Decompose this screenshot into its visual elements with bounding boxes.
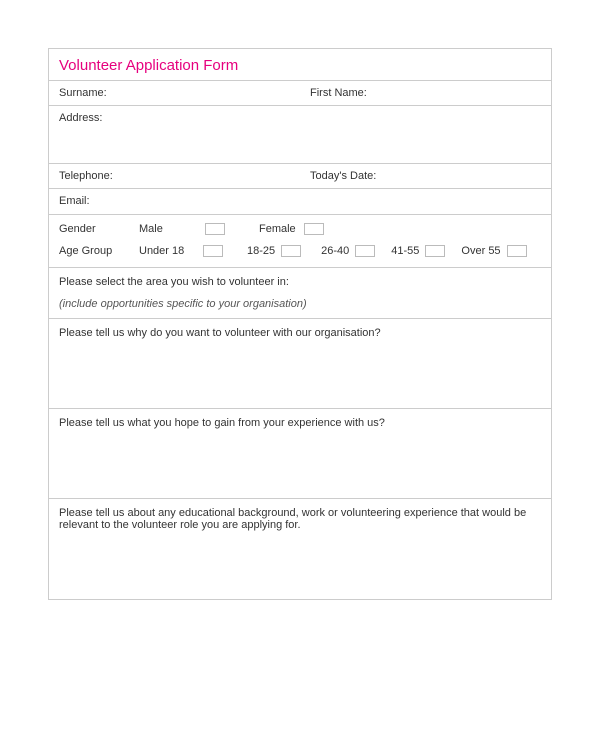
gender-female-checkbox[interactable] (304, 223, 324, 235)
firstname-label: First Name: (310, 87, 367, 99)
age-over55-checkbox[interactable] (507, 245, 527, 257)
surname-label: Surname: (59, 87, 107, 99)
name-row: Surname: First Name: (49, 81, 551, 106)
agegroup-label: Age Group (59, 245, 139, 257)
area-select-note: (include opportunities specific to your … (59, 298, 541, 310)
address-row: Address: (49, 106, 551, 164)
options-section: Gender Male Female Age Group Under 18 18… (49, 215, 551, 268)
gender-label: Gender (59, 223, 139, 235)
age-41-55-text: 41-55 (391, 245, 419, 257)
phone-date-row: Telephone: Today's Date: (49, 164, 551, 189)
gender-female-option: Female (259, 223, 324, 235)
form-title: Volunteer Application Form (49, 49, 551, 81)
why-prompt: Please tell us why do you want to volunt… (59, 327, 381, 339)
date-field[interactable]: Today's Date: (300, 164, 551, 188)
email-field[interactable]: Email: (49, 189, 551, 214)
age-under18-checkbox[interactable] (203, 245, 223, 257)
gender-male-text: Male (139, 223, 197, 235)
age-under18-text: Under 18 (139, 245, 197, 257)
age-41-55-checkbox[interactable] (425, 245, 445, 257)
age-under18-option: Under 18 (139, 245, 223, 257)
telephone-label: Telephone: (59, 170, 113, 182)
telephone-field[interactable]: Telephone: (49, 164, 300, 188)
gain-prompt: Please tell us what you hope to gain fro… (59, 417, 385, 429)
why-section[interactable]: Please tell us why do you want to volunt… (49, 319, 551, 409)
gender-line: Gender Male Female (59, 223, 541, 235)
date-label: Today's Date: (310, 170, 376, 182)
age-18-25-option: 18-25 (247, 245, 301, 257)
age-41-55-option: 41-55 (391, 245, 445, 257)
email-row: Email: (49, 189, 551, 215)
area-select-section: Please select the area you wish to volun… (49, 268, 551, 319)
email-label: Email: (59, 195, 90, 207)
surname-field[interactable]: Surname: (49, 81, 300, 105)
age-26-40-checkbox[interactable] (355, 245, 375, 257)
volunteer-form: Volunteer Application Form Surname: Firs… (48, 48, 552, 600)
age-26-40-option: 26-40 (321, 245, 375, 257)
background-section[interactable]: Please tell us about any educational bac… (49, 499, 551, 599)
age-over55-option: Over 55 (461, 245, 526, 257)
address-field[interactable]: Address: (49, 106, 551, 163)
firstname-field[interactable]: First Name: (300, 81, 551, 105)
age-18-25-checkbox[interactable] (281, 245, 301, 257)
age-over55-text: Over 55 (461, 245, 500, 257)
gain-section[interactable]: Please tell us what you hope to gain fro… (49, 409, 551, 499)
area-select-prompt: Please select the area you wish to volun… (59, 276, 541, 288)
address-label: Address: (59, 112, 102, 124)
agegroup-line: Age Group Under 18 18-25 26-40 41-55 (59, 245, 541, 257)
gender-female-text: Female (259, 223, 296, 235)
age-18-25-text: 18-25 (247, 245, 275, 257)
age-26-40-text: 26-40 (321, 245, 349, 257)
gender-male-option: Male (139, 223, 225, 235)
background-prompt: Please tell us about any educational bac… (59, 507, 526, 531)
gender-male-checkbox[interactable] (205, 223, 225, 235)
